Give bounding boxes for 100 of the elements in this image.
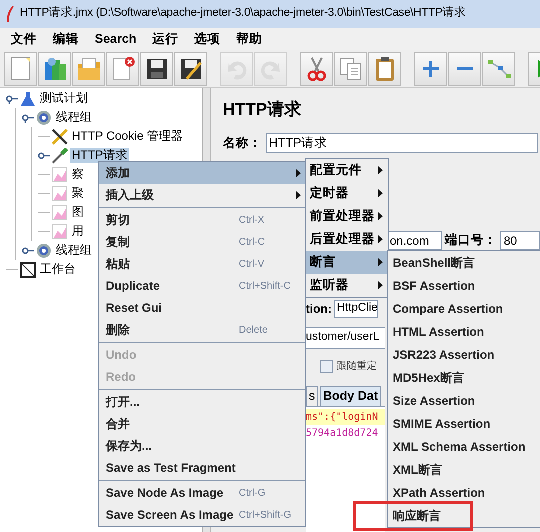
window-title: HTTP请求.jmx (D:\Software\apache-jmeter-3.0\apache-jmeter-3.0\bin\TestCase\HTTP请求 [20, 6, 466, 22]
menu-item[interactable]: 插入上级 [99, 184, 305, 206]
menu-label: 打开... [106, 394, 142, 411]
minus-button[interactable] [448, 52, 481, 86]
tree-node[interactable]: HTTP请求 [70, 148, 130, 163]
menu-label: 配置元件 [310, 162, 363, 180]
tree-toggle-icon[interactable] [6, 94, 18, 104]
tab[interactable]: Body Dat [320, 386, 382, 406]
name-field[interactable]: HTTP请求 [266, 133, 538, 153]
shortcut-label: Ctrl-X [239, 214, 266, 228]
menu-item[interactable]: HTML Assertion [393, 322, 484, 340]
menu-item[interactable]: Reset Gui [99, 297, 305, 319]
menu-item[interactable]: 帮助 [234, 30, 265, 48]
submenu-arrow-icon [378, 281, 383, 290]
menu-item[interactable]: 删除 Delete [99, 319, 305, 341]
menu-item[interactable]: 保存为... [99, 435, 305, 457]
menu-item[interactable]: Save as Test Fragment [99, 457, 305, 479]
tree-toggle-icon[interactable] [22, 112, 34, 122]
menu-item[interactable]: Compare Assertion [393, 300, 504, 318]
menu-label: 添加 [106, 165, 131, 182]
wrench-screwdriver-icon [52, 128, 68, 144]
menu-item[interactable]: Search [93, 30, 139, 48]
tree-node[interactable]: 聚 [70, 186, 86, 201]
menu-item[interactable]: 编辑 [51, 30, 81, 48]
menu-item[interactable]: BSF Assertion [393, 276, 476, 294]
tree-node[interactable]: 工作台 [38, 262, 78, 277]
plus-button[interactable] [414, 52, 447, 86]
field-label: 名称： [223, 134, 262, 152]
menu-label: 粘贴 [106, 256, 131, 273]
menu-label: Save Node As Image [106, 485, 225, 502]
chart-icon [52, 186, 68, 202]
page-close-button[interactable] [106, 52, 139, 86]
server-field[interactable]: on.com [388, 231, 442, 250]
tree-node[interactable]: 用 [70, 224, 86, 239]
menu-item[interactable]: Save Node As Image Ctrl-G [99, 482, 305, 504]
menu-item[interactable]: XPath Assertion [393, 484, 486, 502]
menu-item[interactable]: 断言 [306, 251, 388, 274]
menu-item[interactable]: Size Assertion [393, 392, 476, 410]
menu-item[interactable]: 后置处理器 [306, 228, 388, 251]
chart-icon [52, 224, 68, 240]
menu-label: 断言 [310, 254, 337, 272]
menu-item[interactable]: 复制 Ctrl-C [99, 231, 305, 253]
menu-item[interactable]: JSR223 Assertion [393, 346, 495, 364]
tab[interactable]: s [306, 386, 318, 406]
menu-item[interactable]: 响应断言 [393, 506, 441, 524]
scissors-button[interactable] [300, 52, 333, 86]
menu-label: 前置处理器 [310, 208, 376, 226]
nodes-button[interactable] [482, 52, 515, 86]
shortcut-label: Ctrl+Shift-G [239, 508, 293, 522]
shortcut-label: Ctrl+Shift-C [239, 280, 292, 294]
folder-button[interactable] [72, 52, 105, 86]
tree-node[interactable]: 线程组 [54, 110, 94, 125]
tree-node[interactable]: HTTP Cookie 管理器 [70, 129, 186, 144]
menu-item[interactable]: XML Schema Assertion [393, 438, 526, 456]
path-field[interactable]: ustomer/userL [306, 327, 385, 349]
books-button[interactable] [38, 52, 71, 86]
menu-item[interactable]: 合并 [99, 413, 305, 435]
menu-item[interactable]: 监听器 [306, 274, 388, 297]
field-label: tion: [306, 301, 332, 318]
pen-icon [52, 148, 68, 164]
tree-toggle-icon[interactable] [38, 150, 50, 160]
chart-icon [52, 166, 68, 182]
menu-item[interactable]: 文件 [9, 30, 39, 48]
menu-item[interactable]: 配置元件 [306, 159, 388, 182]
submenu-arrow-icon [378, 258, 383, 267]
menu-label: Duplicate [106, 278, 162, 295]
minus-icon [456, 66, 474, 70]
code-line: 5794a1d8d724 [306, 426, 380, 440]
checkbox[interactable] [320, 360, 333, 372]
menu-item[interactable]: 添加 [99, 162, 305, 184]
menu-item[interactable]: 选项 [192, 30, 223, 48]
floppy-pencil-button[interactable] [174, 52, 207, 86]
gear-icon [36, 110, 52, 126]
menu-item[interactable]: MD5Hex断言 [393, 368, 464, 386]
menu-item[interactable]: 粘贴 Ctrl-V [99, 253, 305, 275]
menu-item[interactable]: Save Screen As Image Ctrl+Shift-G [99, 504, 305, 526]
frame-icon [20, 262, 36, 278]
page-button[interactable] [4, 52, 37, 86]
menu-item[interactable]: 前置处理器 [306, 205, 388, 228]
menu-label: 插入上级 [106, 187, 155, 204]
menu-item[interactable]: XML断言 [393, 460, 442, 478]
menu-item[interactable]: 剪切 Ctrl-X [99, 209, 305, 231]
tree-node[interactable]: 察 [70, 167, 86, 182]
tree-toggle-icon[interactable] [22, 246, 34, 256]
tree-node[interactable]: 图 [70, 205, 86, 220]
menu-item[interactable]: SMIME Assertion [393, 414, 491, 432]
shortcut-label: Ctrl-C [239, 236, 266, 250]
menu-label: 后置处理器 [310, 231, 376, 248]
menu-item[interactable]: 定时器 [306, 182, 388, 205]
menu-item[interactable]: Duplicate Ctrl+Shift-C [99, 275, 305, 297]
tree-node[interactable]: 测试计划 [38, 91, 90, 106]
menu-label: 复制 [106, 234, 131, 251]
menu-item[interactable]: 运行 [150, 30, 181, 48]
tree-node[interactable]: 线程组 [54, 243, 94, 258]
port-field[interactable]: 80 [500, 231, 540, 250]
floppy-button[interactable] [140, 52, 173, 86]
menu-item[interactable]: BeanShell断言 [393, 254, 476, 272]
menu-item[interactable]: 打开... [99, 391, 305, 413]
clipboard-button[interactable] [368, 52, 401, 86]
implementation-dropdown[interactable]: HttpClie [334, 300, 378, 318]
